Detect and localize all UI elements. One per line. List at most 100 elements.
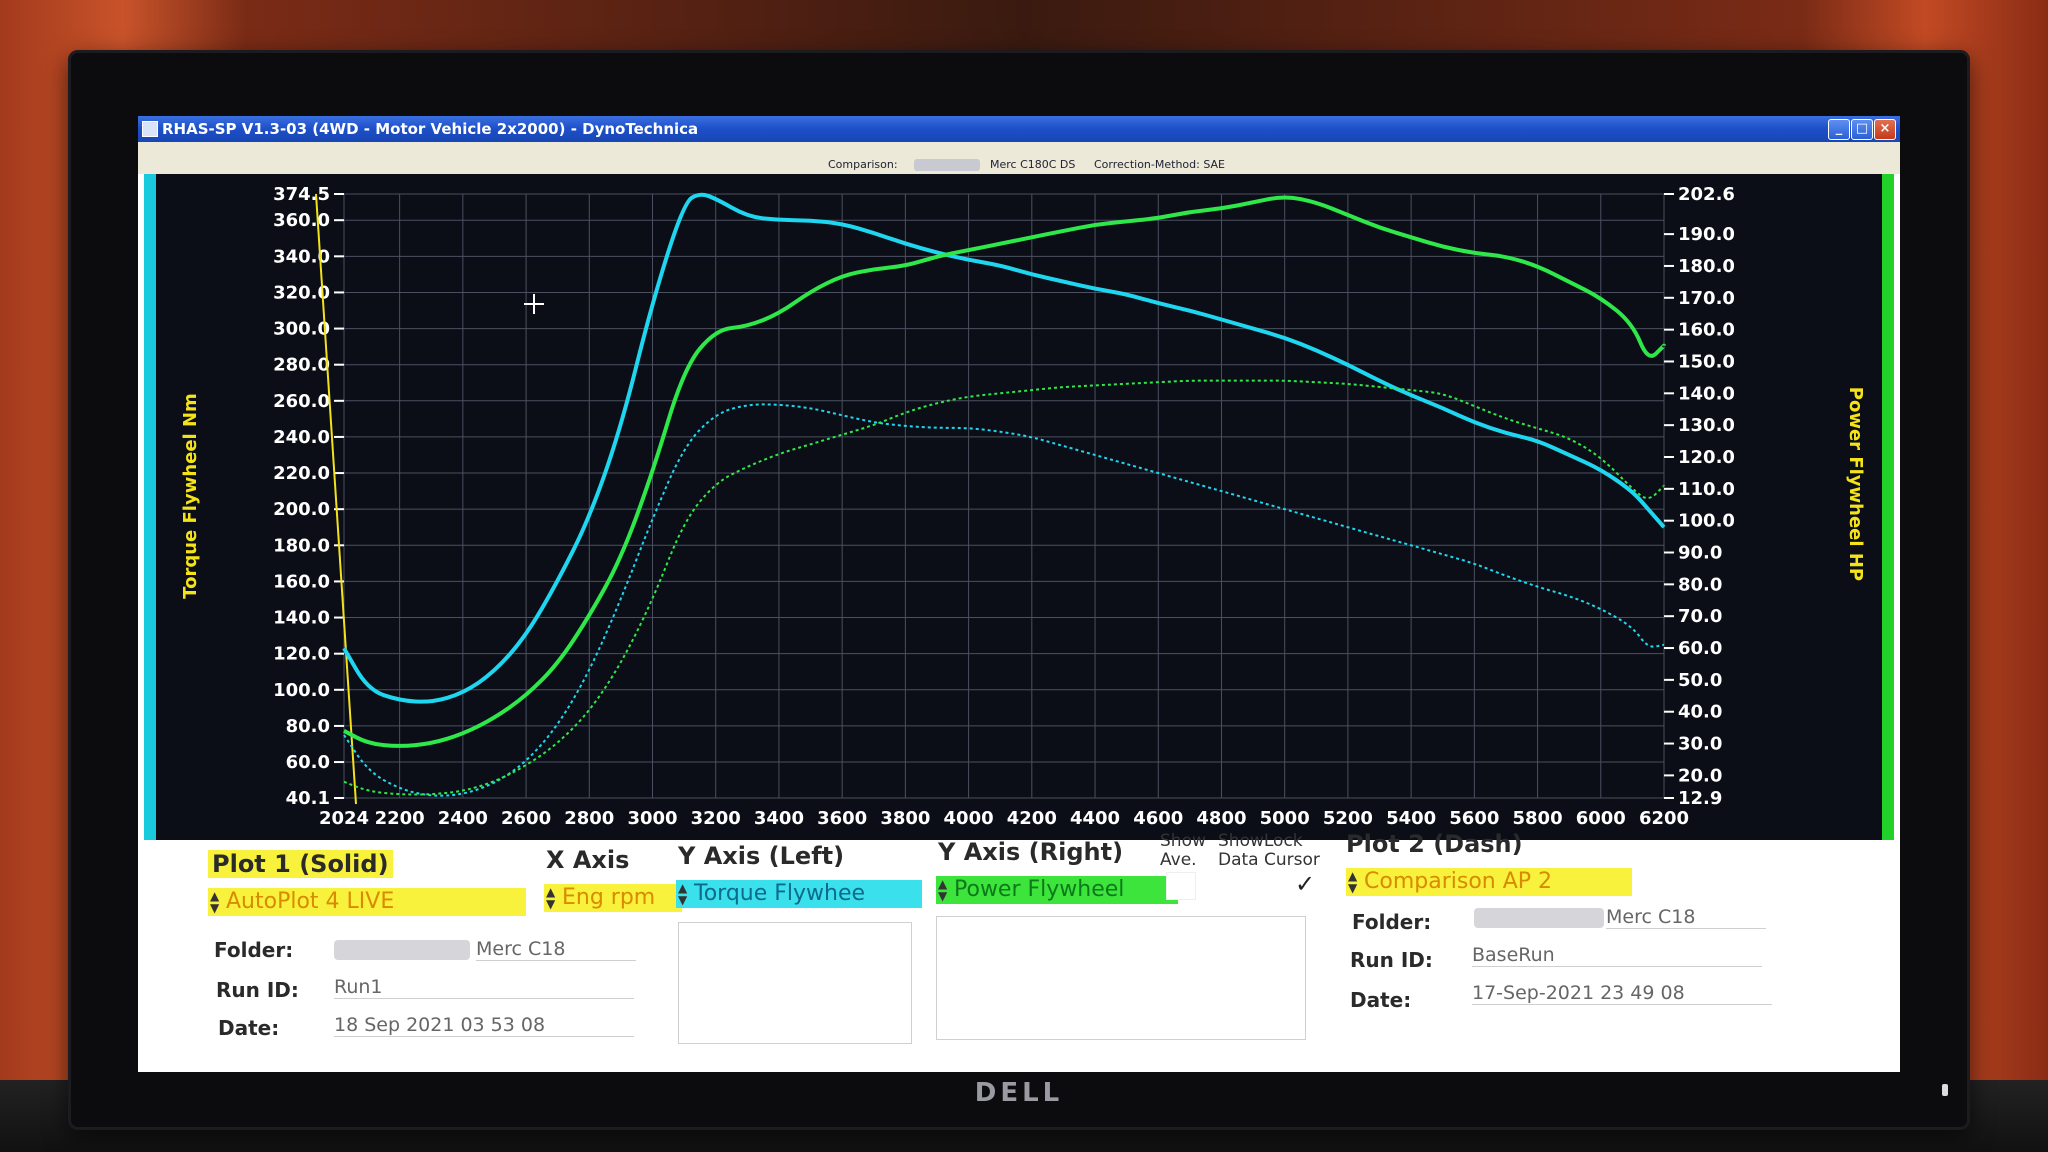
y-left-tick-label: 200.0 bbox=[273, 499, 330, 520]
series-torque-dash bbox=[343, 403, 1665, 797]
menu-bar bbox=[138, 142, 1900, 156]
title-bar: RHAS-SP V1.3-03 (4WD - Motor Vehicle 2x2… bbox=[138, 116, 1900, 142]
spinner-arrows-icon: ▲ ▼ bbox=[210, 889, 220, 915]
chart-svg: 2024 2200 2400 2600 2800 3000 3200 3400 3600 3800… bbox=[180, 184, 1866, 829]
y-left-tick-label: 60.0 bbox=[286, 752, 330, 773]
x-tick-label: 3600 bbox=[817, 808, 867, 829]
y-right-tick-label: 100.0 bbox=[1678, 511, 1735, 532]
spinner-arrows-icon: ▲ ▼ bbox=[546, 885, 556, 911]
x-tick-label: 5600 bbox=[1449, 808, 1499, 829]
show-ave-label-bottom: Ave. bbox=[1160, 850, 1197, 870]
y-left-tick-label: 140.0 bbox=[273, 608, 330, 629]
x-tick-label: 5200 bbox=[1323, 808, 1373, 829]
plot2-date-value: 17-Sep-2021 23 49 08 bbox=[1472, 982, 1772, 1005]
plot2-folder-redacted bbox=[1474, 908, 1604, 928]
comparison-label: Comparison: bbox=[828, 158, 898, 171]
y-left-tick-label: 240.0 bbox=[273, 427, 330, 448]
y-right-tick-label: 30.0 bbox=[1678, 734, 1722, 755]
power-indicator bbox=[1942, 1084, 1948, 1096]
x-tick-label: 3200 bbox=[691, 808, 741, 829]
y-left-tick-label: 120.0 bbox=[273, 644, 330, 665]
plot2-title: Plot 2 (Dash) bbox=[1346, 830, 1523, 858]
app-window: RHAS-SP V1.3-03 (4WD - Motor Vehicle 2x2… bbox=[138, 116, 1900, 1072]
y-right-tick-label: 80.0 bbox=[1678, 574, 1722, 595]
y-right-select[interactable]: ▲ ▼ Power Flywheel bbox=[936, 876, 1178, 904]
plot2-folder-value: Merc C18 bbox=[1606, 906, 1766, 929]
y-right-tick-label: 70.0 bbox=[1678, 606, 1722, 627]
plot2-run-select[interactable]: ▲ ▼ Comparison AP 2 bbox=[1346, 868, 1632, 896]
info-bar: Comparison: Merc C180C DS Correction-Met… bbox=[138, 156, 1900, 174]
y-left-select[interactable]: ▲ ▼ Torque Flywhee bbox=[676, 880, 922, 908]
show-cursor-label-bottom: Data Cursor bbox=[1218, 850, 1320, 870]
x-tick-label: 2200 bbox=[375, 808, 425, 829]
series-power-dash bbox=[343, 379, 1665, 796]
x-tick-label: 4800 bbox=[1196, 808, 1246, 829]
x-tick-label: 6200 bbox=[1639, 808, 1689, 829]
y-right-value: Power Flywheel bbox=[954, 877, 1125, 902]
correction-method: Correction-Method: SAE bbox=[1094, 158, 1225, 171]
y-left-tick-label: 100.0 bbox=[273, 680, 330, 701]
x-tick-label: 6000 bbox=[1576, 808, 1626, 829]
y-left-tick-label: 280.0 bbox=[273, 355, 330, 376]
x-tick-label: 4600 bbox=[1133, 808, 1183, 829]
y-left-tick-label: 40.1 bbox=[286, 788, 330, 809]
show-ave-label-top: Show bbox=[1160, 831, 1206, 851]
plot1-folder-redacted bbox=[334, 940, 470, 960]
plot2-runid-value: BaseRun bbox=[1472, 944, 1762, 967]
y-right-tick-label: 140.0 bbox=[1678, 383, 1735, 404]
x-axis-title: X Axis bbox=[546, 846, 630, 874]
y-right-axis-title: Power Flywheel HP bbox=[1845, 387, 1866, 581]
show-ave-label: Show Ave. bbox=[1160, 832, 1206, 870]
y-right-tick-label: 90.0 bbox=[1678, 543, 1722, 564]
x-tick-label: 3000 bbox=[627, 808, 677, 829]
y-right-tick-label: 170.0 bbox=[1678, 288, 1735, 309]
x-tick-label: 2400 bbox=[438, 808, 488, 829]
show-cursor-label-top: ShowLock bbox=[1218, 831, 1303, 851]
y-right-tick-label: 120.0 bbox=[1678, 447, 1735, 468]
x-tick-label: 3400 bbox=[754, 808, 804, 829]
plot1-run-select[interactable]: ▲ ▼ AutoPlot 4 LIVE bbox=[208, 888, 526, 916]
y-left-value: Torque Flywhee bbox=[694, 881, 866, 906]
y-right-tick-label: 50.0 bbox=[1678, 670, 1722, 691]
minimize-button[interactable]: _ bbox=[1828, 119, 1850, 140]
y-left-title: Y Axis (Left) bbox=[678, 842, 845, 870]
series-torque-solid bbox=[342, 192, 1666, 704]
window-title: RHAS-SP V1.3-03 (4WD - Motor Vehicle 2x2… bbox=[162, 120, 699, 138]
y-right-tick-label: 150.0 bbox=[1678, 351, 1735, 372]
plot1-runid-value: Run1 bbox=[334, 976, 634, 999]
y-right-tick-label: 190.0 bbox=[1678, 224, 1735, 245]
y-right-tick-label: 60.0 bbox=[1678, 638, 1722, 659]
y-right-panel bbox=[936, 916, 1306, 1040]
close-button[interactable]: × bbox=[1874, 119, 1896, 140]
spinner-arrows-icon: ▲ ▼ bbox=[678, 881, 688, 907]
x-tick-label: 2024 bbox=[319, 808, 369, 829]
x-tick-label: 5400 bbox=[1386, 808, 1436, 829]
y-left-tick-label: 160.0 bbox=[273, 571, 330, 592]
x-tick-label: 4400 bbox=[1070, 808, 1120, 829]
y-left-tick-label: 300.0 bbox=[273, 319, 330, 340]
dyno-chart[interactable]: 2024 2200 2400 2600 2800 3000 3200 3400 3600 3800… bbox=[144, 174, 1894, 840]
x-axis-select[interactable]: ▲ ▼ Eng rpm bbox=[544, 884, 682, 912]
monitor-brand-logo: DELL bbox=[974, 1078, 1064, 1108]
x-tick-label: 5800 bbox=[1513, 808, 1563, 829]
x-tick-label: 2800 bbox=[564, 808, 614, 829]
y-right-tick-label: 40.0 bbox=[1678, 702, 1722, 723]
show-ave-checkbox[interactable] bbox=[1166, 872, 1196, 900]
y-left-axis-title: Torque Flywheel Nm bbox=[180, 393, 201, 599]
maximize-button[interactable]: □ bbox=[1851, 119, 1873, 140]
y-left-tick-label: 80.0 bbox=[286, 716, 330, 737]
show-cursor-label: ShowLock Data Cursor bbox=[1218, 832, 1320, 870]
plot2-runid-label: Run ID: bbox=[1350, 948, 1433, 972]
plot1-date-value: 18 Sep 2021 03 53 08 bbox=[334, 1014, 634, 1037]
y-right-tick-label: 130.0 bbox=[1678, 415, 1735, 436]
y-right-tick-label: 202.6 bbox=[1678, 184, 1735, 205]
y-left-tick-label: 360.0 bbox=[273, 210, 330, 231]
show-cursor-checkbox[interactable]: ✓ bbox=[1290, 870, 1320, 898]
app-icon bbox=[142, 121, 158, 137]
y-left-panel bbox=[678, 922, 912, 1044]
y-right-title: Y Axis (Right) bbox=[938, 838, 1124, 866]
y-right-tick-label: 12.9 bbox=[1678, 788, 1722, 809]
spinner-arrows-icon: ▲ ▼ bbox=[938, 877, 948, 903]
x-tick-label: 5000 bbox=[1260, 808, 1310, 829]
control-panel: Plot 1 (Solid) ▲ ▼ AutoPlot 4 LIVE Folder… bbox=[200, 830, 1840, 1050]
